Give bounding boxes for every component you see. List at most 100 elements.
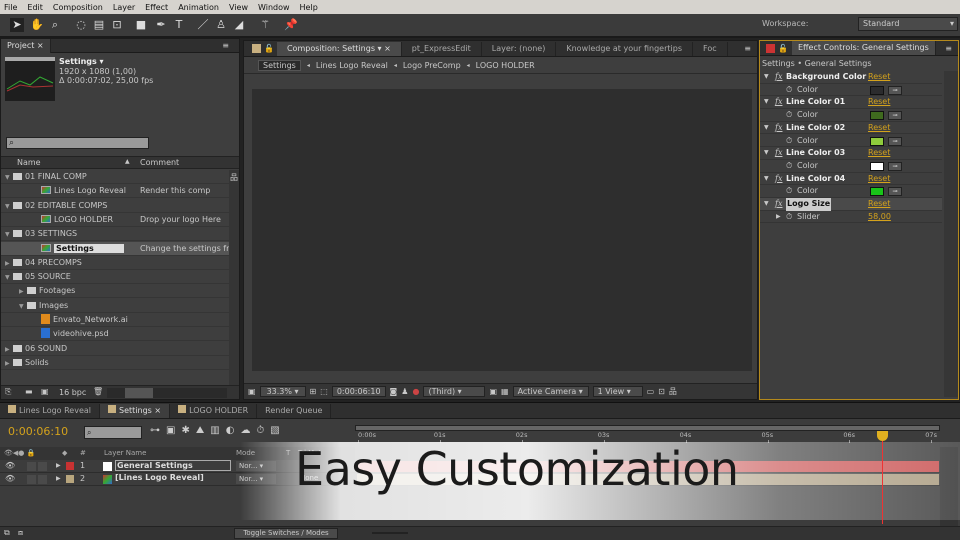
stopwatch-icon[interactable]: ⏱ [786, 160, 792, 173]
fx-icon[interactable]: fx [775, 173, 782, 186]
reset-link[interactable]: Reset [868, 147, 890, 160]
breadcrumb-item[interactable]: Lines Logo Reveal [316, 61, 388, 70]
expanded-arrow-icon[interactable]: ▼ [5, 171, 13, 185]
stopwatch-icon[interactable]: ⏱ [786, 84, 792, 97]
label-color[interactable] [66, 475, 74, 483]
panel-menu-icon[interactable]: ≡ [945, 44, 952, 53]
menu-effect[interactable]: Effect [145, 3, 168, 12]
project-item[interactable]: videohive.psd [1, 327, 229, 342]
draft-3d-icon[interactable]: ✱ [181, 425, 189, 436]
comp-mini-flowchart-icon[interactable]: ⊶ [150, 425, 160, 436]
project-item[interactable]: ▶ 04 PRECOMPS [1, 256, 229, 270]
timeline-scrollbar[interactable] [940, 447, 958, 527]
tab-timeline-2[interactable]: LOGO HOLDER [170, 403, 258, 418]
fx-icon[interactable]: fx [775, 71, 782, 84]
channel-icon[interactable]: ● [412, 387, 419, 396]
timeline-current-time[interactable]: 0:00:06:10 [8, 425, 68, 438]
collapsed-arrow-icon[interactable]: ▶ [56, 462, 61, 469]
lock-icon[interactable]: 🔓 [778, 44, 788, 53]
resolution-select[interactable]: (Third) ▾ [423, 386, 486, 397]
eyedropper-icon[interactable]: ⊸ [888, 136, 902, 146]
column-name[interactable]: Name [17, 158, 41, 167]
view-layout-select[interactable]: 1 View ▾ [592, 386, 643, 397]
eye-icon[interactable]: 👁 [5, 461, 15, 470]
tab-comp-0[interactable]: Composition: Settings ▾ × [276, 41, 402, 56]
stopwatch-icon[interactable]: ⏱ [786, 185, 792, 198]
fx-icon[interactable]: fx [775, 147, 782, 160]
always-preview-icon[interactable]: ▣ [248, 387, 256, 396]
tab-project[interactable]: Project × [1, 38, 51, 53]
expanded-arrow-icon[interactable]: ▼ [764, 173, 769, 186]
menu-window[interactable]: Window [258, 3, 290, 12]
effect-header[interactable]: ▼ fx Background Color Reset [760, 71, 942, 84]
project-item[interactable]: ▼ 02 EDITABLE COMPS [1, 199, 229, 213]
new-folder-icon[interactable]: ▬ [25, 387, 33, 396]
expand-layer-switches-icon[interactable]: ⧉ [4, 528, 10, 538]
expanded-arrow-icon[interactable]: ▼ [764, 198, 769, 211]
menu-file[interactable]: File [4, 3, 17, 12]
collapsed-arrow-icon[interactable]: ▶ [56, 475, 61, 482]
menu-edit[interactable]: Edit [27, 3, 43, 12]
expanded-arrow-icon[interactable]: ▼ [764, 122, 769, 135]
reset-link[interactable]: Reset [868, 96, 890, 109]
puppet-pin-tool-icon[interactable]: 📌 [284, 18, 298, 32]
tab-timeline-1[interactable]: Settings × [100, 403, 171, 418]
project-item[interactable]: ▼ 05 SOURCE [1, 270, 229, 285]
fx-icon[interactable]: fx [775, 122, 782, 135]
frame-blending-icon[interactable]: ▥ [210, 425, 219, 436]
menu-animation[interactable]: Animation [178, 3, 219, 12]
text-tool-icon[interactable]: T [172, 18, 186, 32]
transparency-grid-icon[interactable]: ⬚ [320, 387, 328, 396]
stopwatch-icon[interactable]: ⏱ [786, 211, 792, 224]
color-swatch[interactable] [870, 187, 884, 197]
collapsed-arrow-icon[interactable]: ▶ [5, 357, 13, 371]
lock-switch[interactable] [38, 462, 47, 471]
work-area-bar[interactable] [355, 425, 940, 431]
zoom-tool-icon[interactable]: ⌕ [48, 18, 62, 32]
auto-keyframe-icon[interactable]: ⏱ [256, 425, 264, 436]
effect-header[interactable]: ▼ fx Logo Size Reset [760, 198, 942, 211]
collapsed-arrow-icon[interactable]: ▶ [19, 285, 27, 299]
panel-menu-icon[interactable]: ≡ [744, 44, 751, 53]
expanded-arrow-icon[interactable]: ▼ [5, 228, 13, 242]
tab-effect-controls[interactable]: Effect Controls: General Settings [791, 41, 936, 55]
color-swatch[interactable] [870, 111, 884, 121]
tab-timeline-0[interactable]: Lines Logo Reveal [0, 403, 101, 418]
effect-header[interactable]: ▼ fx Line Color 04 Reset [760, 172, 942, 186]
project-search-input[interactable]: ⌕ [6, 137, 149, 149]
color-swatch[interactable] [870, 161, 884, 171]
motion-blur-icon[interactable]: ◐ [226, 425, 235, 436]
new-comp-icon[interactable]: ▣ [41, 387, 49, 396]
stopwatch-icon[interactable]: ⏱ [786, 135, 792, 148]
lock-switch[interactable] [38, 475, 47, 484]
zoom-slider[interactable] [372, 532, 408, 534]
project-item[interactable]: ▼ 03 SETTINGS [1, 227, 229, 242]
reset-link[interactable]: Reset [868, 198, 890, 211]
expanded-arrow-icon[interactable]: ▼ [19, 300, 27, 314]
project-item[interactable]: ▶ 06 SOUND [1, 342, 229, 356]
tab-comp-3[interactable]: Knowledge at your fingertips [556, 41, 693, 56]
live-update-icon[interactable]: ▣ [166, 425, 175, 436]
blend-mode-select[interactable]: Nor... ▾ [236, 474, 276, 484]
pen-tool-icon[interactable]: ✒ [154, 18, 168, 32]
toggle-switches-modes-button[interactable]: Toggle Switches / Modes [234, 528, 338, 539]
eyedropper-icon[interactable]: ⊸ [888, 85, 902, 95]
color-swatch[interactable] [870, 136, 884, 146]
trash-icon[interactable]: 🗑 [93, 387, 103, 396]
tab-comp-2[interactable]: Layer: (none) [482, 41, 557, 56]
project-item[interactable]: LOGO HOLDER Drop your logo Here [1, 213, 229, 227]
show-snapshot-icon[interactable]: ♟ [401, 387, 408, 396]
layer-name[interactable]: [Lines Logo Reveal] [115, 473, 204, 482]
expanded-arrow-icon[interactable]: ▼ [764, 71, 769, 84]
project-item[interactable]: Lines Logo Reveal Render this comp [1, 184, 229, 199]
selection-tool-icon[interactable]: ➤ [10, 18, 24, 32]
stopwatch-icon[interactable]: ⏱ [786, 109, 792, 122]
eye-icon[interactable]: 👁 [5, 474, 15, 483]
flowchart-icon[interactable]: 品 [230, 172, 238, 183]
project-item[interactable]: ▶ Solids [1, 356, 229, 370]
comp-flowchart-icon[interactable]: 品 [669, 386, 677, 397]
expanded-arrow-icon[interactable]: ▼ [764, 147, 769, 160]
current-time-display[interactable]: 0:00:06:10 [331, 386, 386, 397]
clone-stamp-tool-icon[interactable]: ♙ [214, 18, 228, 32]
effect-header[interactable]: ▼ fx Line Color 01 Reset [760, 96, 942, 110]
